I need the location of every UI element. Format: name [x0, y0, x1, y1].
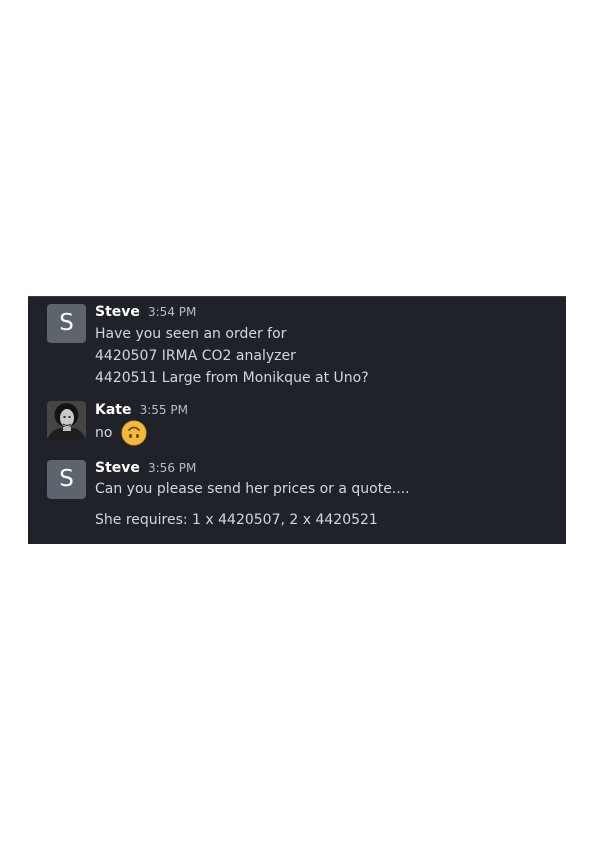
message-timestamp[interactable]: 3:54 PM: [148, 305, 196, 319]
message-content: Steve 3:54 PM Have you seen an order for…: [95, 302, 556, 389]
message-text: Can you please send her prices or a quot…: [95, 481, 410, 497]
message-timestamp[interactable]: 3:55 PM: [140, 403, 188, 417]
author-name[interactable]: Steve: [95, 304, 140, 320]
profile-photo-icon: [47, 401, 86, 440]
chat-panel: S Steve 3:54 PM Have you seen an order f…: [28, 296, 566, 544]
message-header: Kate 3:55 PM: [95, 400, 556, 418]
message-content: Steve 3:56 PM Can you please send her pr…: [95, 458, 556, 531]
message-header: Steve 3:54 PM: [95, 302, 556, 320]
divider: [28, 296, 566, 297]
author-name[interactable]: Steve: [95, 460, 140, 476]
avatar[interactable]: S: [47, 304, 86, 343]
message-text: She requires: 1 x 4420507, 2 x 4420521: [95, 512, 378, 528]
message-timestamp[interactable]: 3:56 PM: [148, 461, 196, 475]
message-text: no: [95, 425, 113, 441]
message-content: Kate 3:55 PM no: [95, 400, 556, 446]
message-text: 4420507 IRMA CO2 analyzer: [95, 348, 296, 364]
message-text: 4420511 Large from Monikque at Uno?: [95, 370, 369, 386]
avatar[interactable]: [47, 401, 86, 440]
upside-down-face-emoji-icon: [121, 420, 147, 446]
author-name[interactable]: Kate: [95, 402, 131, 418]
avatar[interactable]: S: [47, 460, 86, 499]
message-text: Have you seen an order for: [95, 326, 287, 342]
message-header: Steve 3:56 PM: [95, 458, 556, 476]
message-text-row: no: [95, 420, 556, 446]
